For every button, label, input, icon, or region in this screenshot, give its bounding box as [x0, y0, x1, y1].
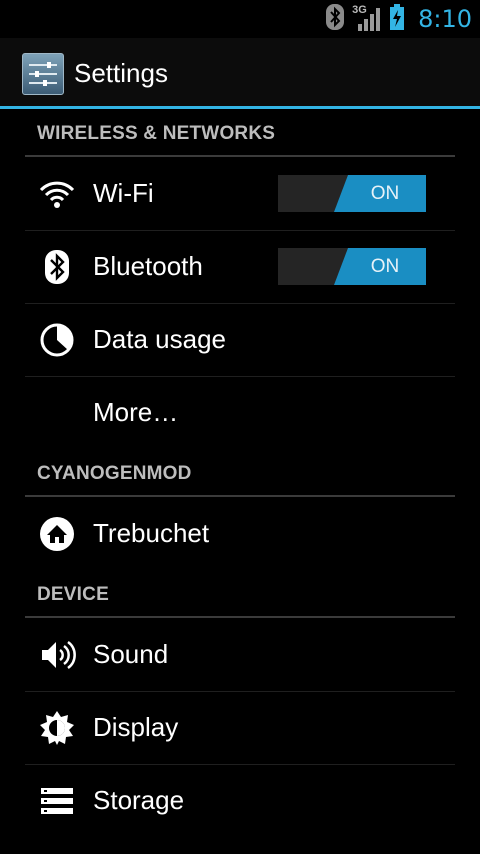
settings-item-label: Wi-Fi — [93, 178, 154, 208]
status-bar: 3G 8:10 — [0, 0, 480, 38]
wifi-icon — [38, 175, 76, 213]
toggle-label: ON — [370, 256, 400, 277]
section-header-label: DEVICE — [37, 584, 109, 605]
settings-item-trebuchet[interactable]: Trebuchet — [0, 497, 480, 570]
settings-item-label: Bluetooth — [93, 251, 203, 281]
battery-charging-icon — [390, 3, 405, 35]
bluetooth-icon — [326, 3, 345, 35]
settings-item-data-usage[interactable]: Data usage — [0, 303, 480, 376]
settings-item-label: Sound — [93, 639, 169, 669]
status-clock: 8:10 — [418, 5, 472, 33]
section-header-label: CYANOGENMOD — [37, 463, 192, 484]
bluetooth-icon — [38, 248, 76, 286]
settings-item-display[interactable]: Display — [0, 691, 480, 764]
section-header-label: WIRELESS & NETWORKS — [37, 123, 276, 144]
settings-item-sound[interactable]: Sound — [0, 618, 480, 691]
section-header-wireless: WIRELESS & NETWORKS — [0, 109, 480, 157]
toggle-on-state: ON — [334, 248, 426, 285]
settings-item-bluetooth[interactable]: Bluetooth ON — [0, 230, 480, 303]
section-header-cyanogenmod: CYANOGENMOD — [0, 449, 480, 497]
signal-icon: 3G — [352, 4, 382, 32]
sound-icon — [38, 636, 76, 674]
settings-item-label: Data usage — [93, 324, 226, 354]
settings-item-more[interactable]: More… — [0, 376, 480, 449]
settings-item-wifi[interactable]: Wi-Fi ON — [0, 157, 480, 230]
display-brightness-icon — [38, 709, 76, 747]
settings-item-label: Storage — [93, 785, 185, 815]
settings-app-icon[interactable] — [22, 53, 64, 95]
wifi-toggle[interactable]: ON — [278, 175, 426, 212]
toggle-on-state: ON — [334, 175, 426, 212]
section-header-device: DEVICE — [0, 570, 480, 618]
launcher-home-icon — [38, 515, 76, 553]
storage-icon — [38, 782, 76, 820]
settings-item-label: Trebuchet — [93, 518, 210, 548]
action-bar — [0, 38, 480, 108]
toggle-label: ON — [370, 183, 400, 204]
bluetooth-toggle[interactable]: ON — [278, 248, 426, 285]
settings-list: WIRELESS & NETWORKS Wi-Fi ON Bluetooth O… — [0, 109, 480, 837]
settings-item-storage[interactable]: Storage — [0, 764, 480, 837]
settings-item-label: Display — [93, 712, 179, 742]
page-title: Settings — [74, 58, 168, 88]
data-usage-icon — [38, 321, 76, 359]
settings-item-label: More… — [93, 397, 179, 427]
